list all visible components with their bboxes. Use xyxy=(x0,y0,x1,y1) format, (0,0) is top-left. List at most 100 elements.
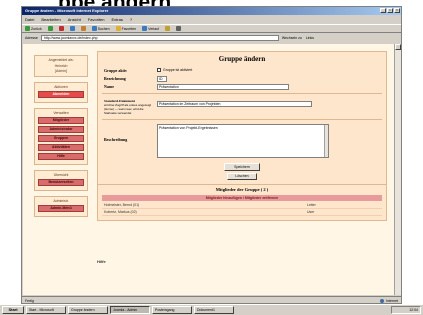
menu-bar: Datei Bearbeiten Ansicht Favoriten Extra… xyxy=(22,16,401,23)
minimize-icon[interactable]: _ xyxy=(380,8,386,13)
taskbar-item[interactable]: Dokument1 xyxy=(194,306,234,314)
description-textarea[interactable]: Präsentation von Projekt-Ergebnissen xyxy=(157,124,329,158)
table-row: Hofmeister, Bernd (01) Leiter xyxy=(102,202,382,209)
search-icon xyxy=(91,26,97,31)
sidebar-user-role: [Admin] xyxy=(55,69,67,73)
member-name[interactable]: Kobertz, Markus (02) xyxy=(104,210,137,214)
sidebar-admin-box: Administr. Admin-Menü xyxy=(34,196,88,217)
sidebar-item-groups[interactable]: Gruppen xyxy=(38,135,84,142)
short-input[interactable]: ID xyxy=(157,76,167,82)
members-manage-link[interactable]: Mitglieder hinzufügen / Mitglieder entfe… xyxy=(102,195,382,201)
address-input[interactable]: http://www.joomlaxxx.de/index.php xyxy=(40,35,279,41)
save-button[interactable]: Speichern xyxy=(224,163,260,171)
member-role: Leiter xyxy=(307,203,316,207)
description-row: Beschreibung Präsentation von Projekt-Er… xyxy=(98,123,386,161)
textarea-scrollbar[interactable] xyxy=(324,125,328,157)
document-input[interactable]: Präsentation im Zeitraum von Projekten xyxy=(157,101,312,107)
forward-button[interactable] xyxy=(47,26,53,31)
history-icon xyxy=(142,26,148,31)
home-icon xyxy=(80,26,86,31)
status-bar: Fertig Internet xyxy=(22,296,401,304)
sidebar-item-help[interactable]: Hilfe xyxy=(38,153,84,160)
address-label: Adresse xyxy=(25,36,38,40)
sidebar-actions-box: Aktionen Abmelden xyxy=(34,82,88,103)
menu-help[interactable]: ? xyxy=(130,17,132,22)
window-title: Gruppe ändern - Microsoft Internet Explo… xyxy=(25,8,109,13)
taskbar-item[interactable]: Start - Microsoft xyxy=(26,306,66,314)
print-icon xyxy=(176,26,182,31)
mail-button[interactable] xyxy=(165,26,171,31)
refresh-icon xyxy=(69,26,75,31)
close-icon[interactable]: × xyxy=(394,8,400,13)
active-checkbox[interactable] xyxy=(157,68,161,73)
title-bar: Gruppe ändern - Microsoft Internet Explo… xyxy=(22,7,401,15)
document-row: Standard-Dokument wird bei Zugriff als e… xyxy=(98,97,386,117)
taskbar: Start Start - Microsoft Gruppe ändern Jo… xyxy=(0,304,423,315)
security-zone: Internet xyxy=(380,298,398,303)
home-button[interactable] xyxy=(80,26,86,31)
forward-icon xyxy=(47,26,53,31)
sidebar-item-activities[interactable]: Aktivitäten xyxy=(38,144,84,151)
menu-file[interactable]: Datei xyxy=(25,17,34,22)
status-row: Gruppe aktiv Gruppe ist aktiviert xyxy=(98,67,386,75)
page-title: Gruppe ändern xyxy=(218,55,266,63)
stop-button[interactable] xyxy=(58,26,64,31)
taskbar-item[interactable]: Gruppe ändern xyxy=(68,306,108,314)
zone-label: Internet xyxy=(386,298,398,303)
member-name[interactable]: Hofmeister, Bernd (01) xyxy=(104,203,139,207)
scroll-up-icon[interactable] xyxy=(395,44,401,50)
favorites-button[interactable]: Favoriten xyxy=(115,26,136,31)
short-row: Bezeichnung ID xyxy=(98,75,386,83)
search-button[interactable]: Suchen xyxy=(91,26,110,31)
sidebar-login-head: Angemeldet als: xyxy=(48,58,74,62)
print-button[interactable] xyxy=(176,26,182,31)
toolbar: Zurück Suchen Favoriten Verlauf xyxy=(22,24,401,33)
history-button[interactable]: Verlauf xyxy=(142,26,159,31)
sidebar: Angemeldet als: Heinrich [Admin] Aktione… xyxy=(34,55,88,222)
status-field: Gruppe ist aktiviert xyxy=(157,68,193,73)
menu-edit[interactable]: Bearbeiten xyxy=(41,17,60,22)
taskbar-item-active[interactable]: Joomla - Admin xyxy=(110,306,150,314)
menu-favorites[interactable]: Favoriten xyxy=(88,17,105,22)
menu-tools[interactable]: Extras xyxy=(112,17,123,22)
start-button[interactable]: Start xyxy=(2,306,24,314)
name-label: Name xyxy=(104,84,114,89)
status-label: Gruppe aktiv xyxy=(104,68,128,73)
sidebar-overview-box: Übersicht Benutzerseiten xyxy=(34,170,88,191)
globe-icon xyxy=(380,298,385,303)
edit-group-panel: Gruppe ändern Gruppe aktiv Gruppe ist ak… xyxy=(97,51,387,221)
back-button[interactable]: Zurück xyxy=(25,26,42,31)
taskbar-item[interactable]: Posteingang xyxy=(152,306,192,314)
description-label: Beschreibung xyxy=(104,137,128,142)
maximize-icon[interactable]: □ xyxy=(387,8,393,13)
browser-window: Gruppe ändern - Microsoft Internet Explo… xyxy=(21,6,402,304)
table-row: Kobertz, Markus (02) User xyxy=(102,209,382,216)
sidebar-item-members[interactable]: Mitglieder xyxy=(38,117,84,124)
logout-button[interactable]: Abmelden xyxy=(38,91,84,98)
sidebar-manage-head: Verwalten xyxy=(53,111,69,115)
links-button[interactable]: Links xyxy=(306,36,314,40)
sidebar-login-box: Angemeldet als: Heinrich [Admin] xyxy=(34,55,88,77)
sidebar-admin-head: Administr. xyxy=(53,199,69,203)
refresh-button[interactable] xyxy=(69,26,75,31)
page-content: Angemeldet als: Heinrich [Admin] Aktione… xyxy=(23,44,395,295)
go-button[interactable]: Wechseln zu xyxy=(282,36,302,40)
sidebar-item-admin-menu[interactable]: Admin-Menü xyxy=(38,205,84,212)
address-extras: Wechseln zu Links xyxy=(282,36,314,40)
active-checkbox-label: Gruppe ist aktiviert xyxy=(163,68,193,72)
member-role: User xyxy=(307,210,315,214)
page-scrollbar[interactable] xyxy=(394,44,401,295)
delete-button[interactable]: Löschen xyxy=(227,173,257,180)
name-input[interactable]: Präsentation xyxy=(157,84,289,90)
back-icon xyxy=(25,26,30,31)
sidebar-overview-head: Übersicht xyxy=(53,173,69,177)
short-label: Bezeichnung xyxy=(104,76,126,81)
footer-help-link[interactable]: Hilfe xyxy=(97,259,106,264)
sidebar-item-userpages[interactable]: Benutzerseiten xyxy=(38,179,84,186)
menu-view[interactable]: Ansicht xyxy=(68,17,81,22)
description-text: Präsentation von Projekt-Ergebnissen xyxy=(159,126,218,130)
status-text: Fertig xyxy=(25,298,34,303)
panel-bottom-spacer xyxy=(98,216,386,220)
favorites-icon xyxy=(115,26,121,31)
sidebar-item-administrators[interactable]: Administrator xyxy=(38,126,84,133)
